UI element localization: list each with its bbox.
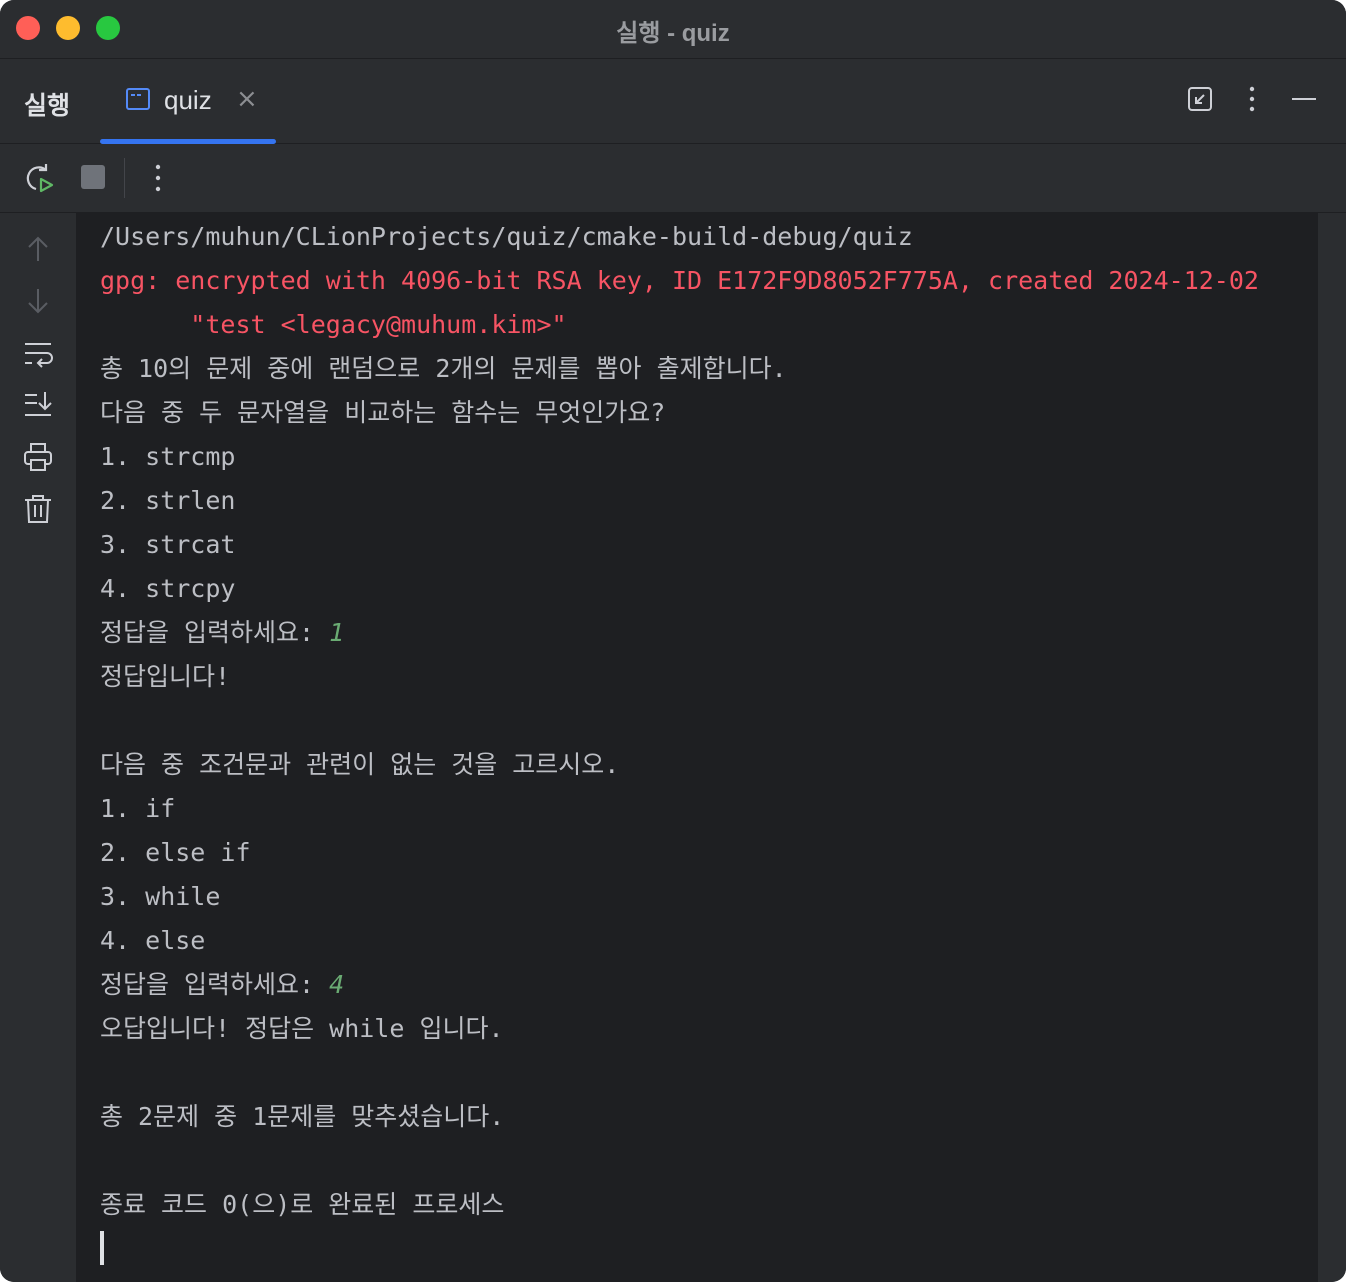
gpg-message: gpg: encrypted with 4096-bit RSA key, ID… xyxy=(100,266,1259,295)
minimize-icon[interactable] xyxy=(1290,85,1318,113)
more-vertical-icon[interactable] xyxy=(1238,85,1266,113)
tool-window-header: 실행 quiz × xyxy=(0,59,1346,144)
arrow-up-icon[interactable] xyxy=(22,233,54,265)
window-title: 실행 - quiz xyxy=(616,20,730,47)
run-window: 실행 - quiz 실행 quiz × /Users/muhun/CLionPr… xyxy=(0,0,1346,1282)
question-1: 다음 중 두 문자열을 비교하는 함수는 무엇인가요? xyxy=(100,398,666,427)
scrollbar-track[interactable] xyxy=(1318,213,1346,1282)
question-1-option: 3. strcat xyxy=(100,530,236,559)
title-bar: 실행 - quiz xyxy=(0,0,1346,59)
question-1-option: 1. strcmp xyxy=(100,442,236,471)
prompt-text: 정답을 입력하세요: xyxy=(100,970,330,999)
console-icon xyxy=(126,88,150,110)
panel-title: 실행 xyxy=(24,92,71,120)
quiz-intro: 총 10의 문제 중에 랜덤으로 2개의 문제를 뽑아 출제합니다. xyxy=(100,354,787,383)
executable-path: /Users/muhun/CLionProjects/quiz/cmake-bu… xyxy=(100,222,913,251)
answer-prompt-1: 정답을 입력하세요: 1 xyxy=(100,611,344,655)
run-toolbar xyxy=(0,144,1346,213)
console-side-toolbar xyxy=(0,213,76,1282)
tab-quiz[interactable]: quiz × xyxy=(100,59,276,144)
answer-prompt-2: 정답을 입력하세요: 4 xyxy=(100,963,344,1007)
toolbar-separator xyxy=(124,158,125,198)
quiz-summary: 총 2문제 중 1문제를 맞추셨습니다. xyxy=(100,1102,505,1131)
question-2-option: 1. if xyxy=(100,794,176,823)
text-cursor xyxy=(100,1231,104,1265)
print-icon[interactable] xyxy=(22,441,54,473)
prompt-text: 정답을 입력하세요: xyxy=(100,618,330,647)
result-2: 오답입니다! 정답은 while 입니다. xyxy=(100,1014,504,1043)
question-2-option: 2. else if xyxy=(100,838,251,867)
question-2: 다음 중 조건문과 관련이 없는 것을 고르시오. xyxy=(100,750,620,779)
rerun-icon[interactable] xyxy=(22,162,54,194)
tab-label: quiz xyxy=(164,85,212,115)
arrow-down-icon[interactable] xyxy=(22,285,54,317)
soft-wrap-icon[interactable] xyxy=(22,337,54,369)
stop-icon[interactable] xyxy=(78,162,110,194)
scroll-to-end-icon[interactable] xyxy=(22,389,54,421)
console-output[interactable]: /Users/muhun/CLionProjects/quiz/cmake-bu… xyxy=(76,213,1318,1282)
result-1: 정답입니다! xyxy=(100,662,231,691)
trash-icon[interactable] xyxy=(22,493,54,525)
question-2-option: 4. else xyxy=(100,926,206,955)
gpg-key-identity: "test <legacy@muhum.kim>" xyxy=(100,310,567,339)
question-2-option: 3. while xyxy=(100,882,221,911)
process-exit-message: 종료 코드 0(으)로 완료된 프로세스 xyxy=(100,1190,505,1219)
user-input: 1 xyxy=(329,618,345,647)
restore-layout-icon[interactable] xyxy=(1186,85,1214,113)
question-1-option: 2. strlen xyxy=(100,486,236,515)
close-icon[interactable]: × xyxy=(236,85,258,113)
question-1-option: 4. strcpy xyxy=(100,574,236,603)
more-vertical-icon[interactable] xyxy=(142,162,174,194)
user-input: 4 xyxy=(329,970,345,999)
